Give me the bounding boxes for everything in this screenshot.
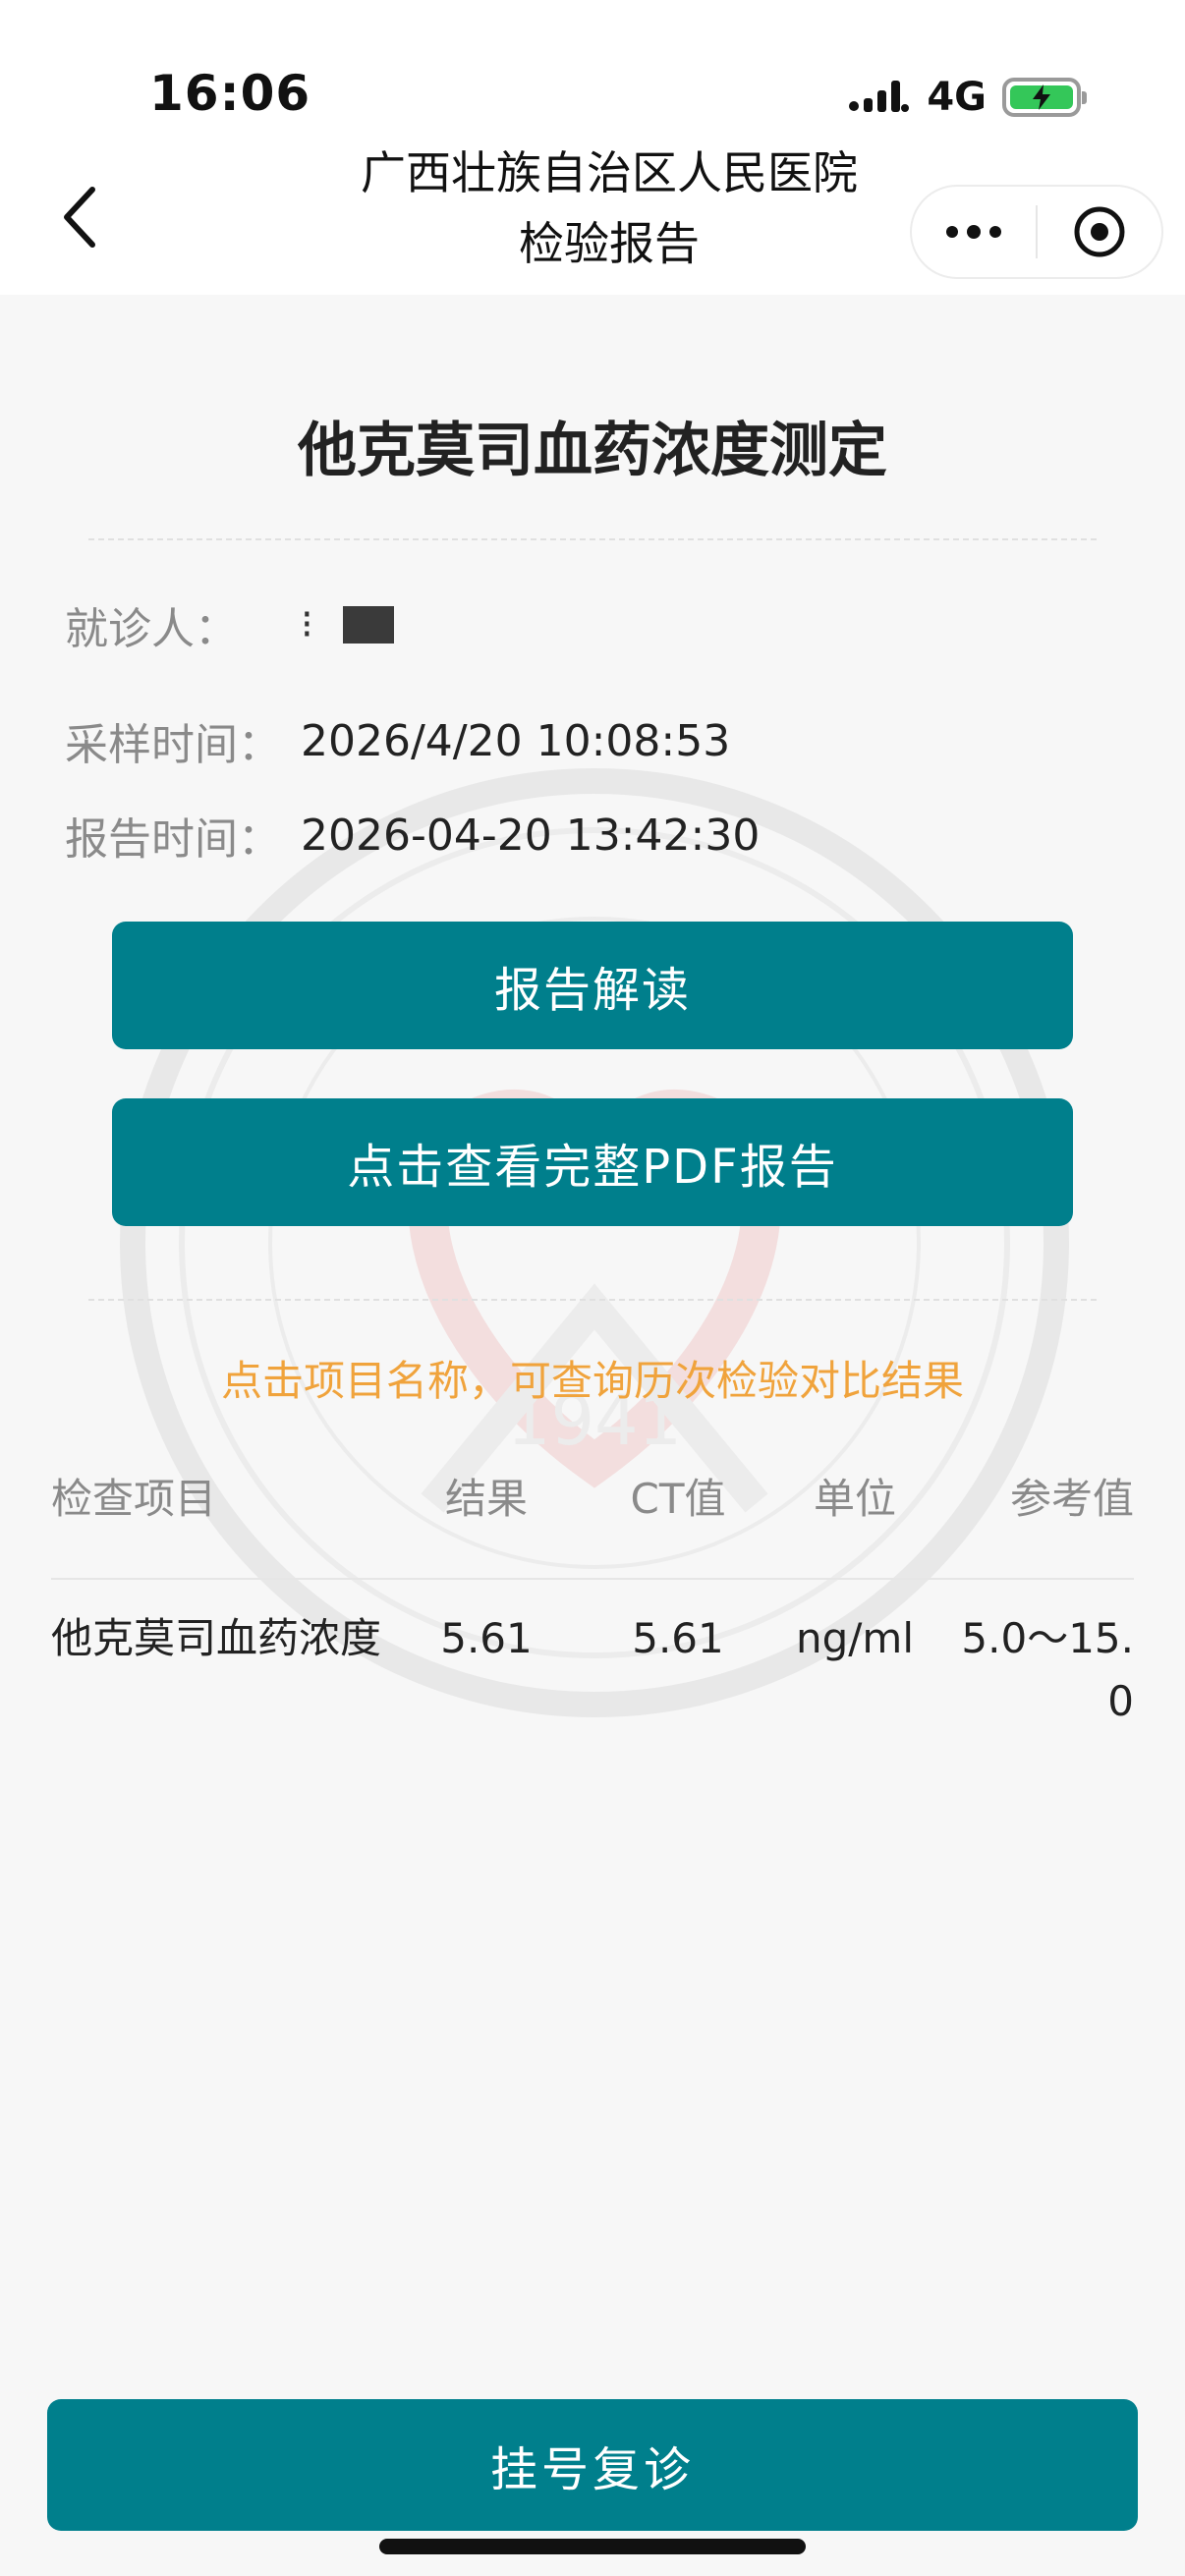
signal-icon — [849, 81, 910, 112]
miniprogram-capsule — [910, 185, 1163, 279]
nav-title-page: 检验报告 — [519, 217, 700, 270]
item-unit: ng/ml — [795, 1614, 914, 1662]
view-pdf-button[interactable]: 点击查看完整PDF报告 — [112, 1098, 1073, 1226]
header-item: 检查项目 — [51, 1475, 217, 1523]
title-divider — [88, 538, 1097, 540]
patient-row: 就诊人： ⁝ — [65, 593, 394, 656]
header-reference: 参考值 — [1009, 1475, 1134, 1523]
report-time-row: 报告时间： 2026-04-20 13:42:30 — [65, 804, 760, 867]
battery-icon — [1002, 78, 1087, 117]
header-result: 结果 — [444, 1475, 528, 1523]
target-close-icon — [1074, 206, 1125, 257]
close-miniprogram-button[interactable] — [1038, 187, 1161, 277]
sample-time-row: 采样时间： 2026/4/20 10:08:53 — [65, 709, 730, 772]
header-unit: 单位 — [813, 1475, 896, 1523]
home-indicator[interactable] — [379, 2539, 806, 2554]
more-button[interactable] — [912, 187, 1036, 277]
follow-up-registration-button[interactable]: 挂号复诊 — [47, 2399, 1138, 2531]
top-bar: 16:06 4G 广西壮族自治区人民医院 检验报告 — [0, 0, 1185, 295]
patient-name-redacted: ⁝ — [301, 602, 394, 647]
item-reference: 5.0～15.0 — [961, 1614, 1134, 1725]
hospital-seal-watermark: 1941 — [120, 768, 1069, 1717]
status-icons: 4G — [848, 73, 1087, 122]
sample-time-value: 2026/4/20 10:08:53 — [301, 715, 731, 766]
charging-bolt-icon — [1033, 84, 1050, 110]
nav-title: 广西壮族自治区人民医院 检验报告 — [295, 138, 924, 279]
sample-time-label: 采样时间： — [65, 720, 281, 770]
report-page: 16:06 4G 广西壮族自治区人民医院 检验报告 1941 他克莫司血药浓度测… — [0, 0, 1185, 2576]
back-button[interactable] — [49, 183, 108, 252]
redacted-name-glyph: ⁝ — [301, 602, 313, 647]
report-time-label: 报告时间： — [65, 814, 281, 865]
nav-title-hospital: 广西壮族自治区人民医院 — [361, 146, 858, 199]
header-ct: CT值 — [630, 1475, 726, 1523]
item-name-link[interactable]: 他克莫司血药浓度 — [51, 1607, 385, 1670]
report-time-value: 2026-04-20 13:42:30 — [301, 810, 761, 861]
redaction-box — [342, 606, 394, 644]
chevron-left-icon — [64, 187, 95, 248]
status-time: 16:06 — [149, 65, 311, 122]
table-header: 检查项目 结果 CT值 单位 参考值 — [0, 1468, 1185, 1523]
more-dots-icon — [946, 225, 1001, 239]
report-interpret-button[interactable]: 报告解读 — [112, 922, 1073, 1049]
table-header-line — [51, 1578, 1134, 1580]
patient-label: 就诊人： — [65, 604, 238, 654]
compare-hint: 点击项目名称，可查询历次检验对比结果 — [220, 1357, 964, 1405]
section-divider — [88, 1299, 1097, 1301]
report-title: 他克莫司血药浓度测定 — [298, 417, 887, 485]
item-result: 5.61 — [440, 1614, 533, 1662]
network-type: 4G — [927, 75, 987, 120]
item-ct: 5.61 — [632, 1614, 724, 1662]
